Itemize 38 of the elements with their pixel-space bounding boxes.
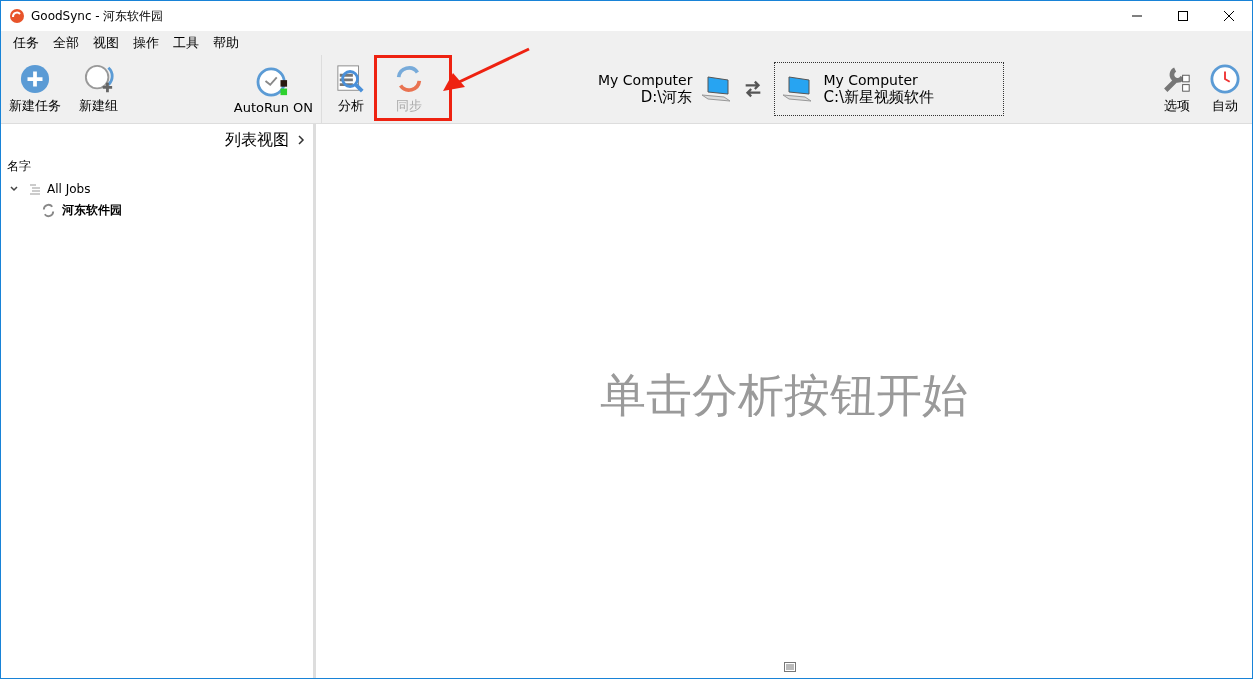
column-header[interactable]: 名字 [1, 152, 313, 179]
toolbar-button[interactable]: AutoRun ON [229, 55, 317, 123]
window-title: GoodSync - 河东软件园 [31, 7, 164, 25]
menu-item[interactable]: 全部 [53, 34, 79, 52]
app-logo-icon [9, 8, 25, 24]
empty-state-hint: 单击分析按钮开始 [600, 367, 968, 424]
tree-item[interactable]: 河东软件园 [62, 202, 122, 219]
clock-icon [1210, 64, 1240, 94]
add-group-icon [83, 64, 114, 94]
chevron-right-icon[interactable] [297, 134, 305, 146]
computer-icon [700, 75, 733, 103]
search-icon [336, 64, 366, 94]
menu-item[interactable]: 帮助 [213, 34, 239, 52]
toolbar-button[interactable]: 自动 [1206, 55, 1244, 123]
folder-computer-name: My Computer [823, 71, 919, 88]
tree-item[interactable]: All Jobs [47, 182, 91, 196]
menu-item[interactable]: 视图 [93, 34, 119, 52]
toolbar-button[interactable]: 选项 [1158, 55, 1196, 123]
toolbar-button[interactable]: 新建组 [75, 55, 122, 123]
computer-icon [781, 75, 814, 103]
folder-computer-name: My Computer [598, 71, 693, 88]
folder-path: D:\河东 [640, 87, 693, 107]
maximize-icon[interactable] [1178, 11, 1188, 21]
close-icon[interactable] [1224, 11, 1234, 21]
folder-selector[interactable]: My Computer C:\新星视频软件 [774, 62, 1005, 116]
menu-item[interactable]: 任务 [13, 34, 39, 52]
sync-icon [394, 64, 424, 94]
toolbar-button[interactable]: 分析 [332, 55, 370, 123]
list-lines-icon [29, 183, 41, 195]
menu-item[interactable]: 工具 [173, 34, 199, 52]
toolbar-button[interactable]: 新建任务 [5, 55, 65, 123]
folder-path: C:\新星视频软件 [823, 87, 934, 107]
sync-icon [41, 203, 56, 218]
expand-chevron-icon[interactable] [9, 184, 19, 194]
list-view-toggle[interactable]: 列表视图 [225, 129, 289, 151]
plus-icon [20, 64, 50, 94]
menu-item[interactable]: 操作 [133, 34, 159, 52]
list-icon[interactable] [784, 662, 796, 672]
